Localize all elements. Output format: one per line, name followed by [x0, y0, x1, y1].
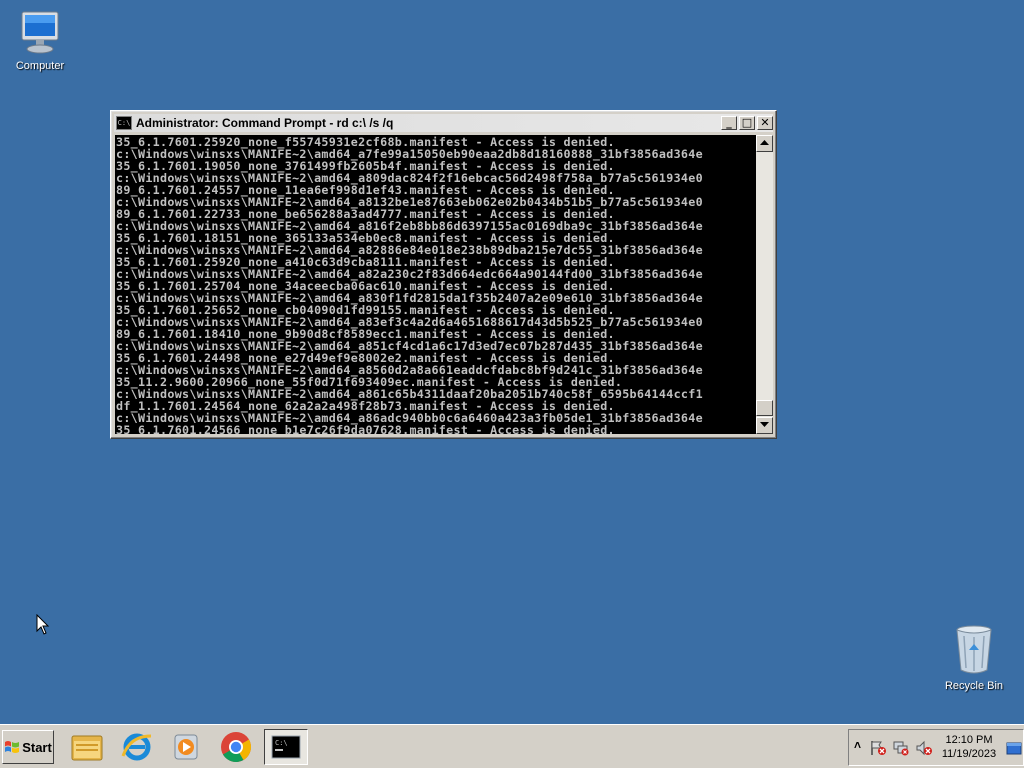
scroll-thumb[interactable] [756, 400, 773, 416]
recycle-bin-icon [956, 625, 992, 674]
scroll-up-button[interactable] [756, 135, 773, 152]
desktop-icon-label: Computer [15, 60, 65, 72]
internet-explorer-icon [121, 733, 152, 761]
minimize-button[interactable]: _ [721, 116, 737, 130]
action-center-flag-icon[interactable] [869, 740, 887, 756]
system-tray: ˄ 12:10 PM 11/19/2023 [848, 729, 1024, 766]
vertical-scrollbar[interactable] [756, 135, 773, 434]
volume-muted-icon[interactable] [915, 740, 933, 756]
desktop-icon-recycle-bin[interactable]: Recycle Bin [934, 624, 1014, 692]
clock[interactable]: 12:10 PM 11/19/2023 [933, 733, 1005, 761]
start-label: Start [22, 739, 52, 755]
arrow-down-icon [760, 422, 769, 427]
chrome-icon [221, 732, 252, 763]
media-player-icon [174, 734, 198, 760]
folder-icon [71, 735, 103, 761]
show-desktop-icon[interactable] [1006, 742, 1022, 755]
console-line: 35_6.1.7601.24566_none_b1e7c26f9da07628.… [116, 423, 615, 434]
clock-time: 12:10 PM [945, 734, 993, 746]
window-title: Administrator: Command Prompt - rd c:\ /… [136, 116, 394, 130]
console-output[interactable]: 35_6.1.7601.25920_none_f55745931e2cf68b.… [115, 135, 756, 434]
windows-logo-icon [5, 741, 20, 753]
command-prompt-icon: C:\ [116, 116, 132, 130]
close-button[interactable]: ✕ [757, 116, 773, 130]
command-prompt-window[interactable]: C:\ Administrator: Command Prompt - rd c… [110, 110, 777, 439]
desktop-icon-computer[interactable]: Computer [0, 8, 80, 72]
clock-date: 11/19/2023 [941, 748, 997, 760]
window-titlebar[interactable]: C:\ Administrator: Command Prompt - rd c… [114, 114, 773, 132]
taskbar-file-explorer[interactable] [65, 729, 109, 765]
mouse-cursor-icon [36, 614, 50, 635]
network-icon[interactable] [892, 740, 910, 756]
taskbar-internet-explorer[interactable] [115, 729, 159, 765]
show-hidden-icons-button[interactable]: ˄ [854, 738, 861, 752]
arrow-up-icon [760, 140, 769, 145]
maximize-button[interactable]: □ [739, 116, 755, 130]
svg-text:C:\: C:\ [275, 739, 288, 747]
taskbar-chrome[interactable] [214, 729, 258, 765]
computer-icon [21, 11, 59, 54]
taskbar-media-player[interactable] [163, 729, 207, 765]
scroll-down-button[interactable] [756, 417, 773, 434]
start-button[interactable]: Start [2, 730, 54, 764]
desktop-icon-label: Recycle Bin [944, 680, 1004, 692]
taskbar: Start C:\ ˄ 12:10 PM 11/19/2023 [0, 724, 1024, 768]
command-prompt-icon: C:\ [271, 735, 301, 759]
taskbar-command-prompt[interactable]: C:\ [264, 729, 308, 765]
